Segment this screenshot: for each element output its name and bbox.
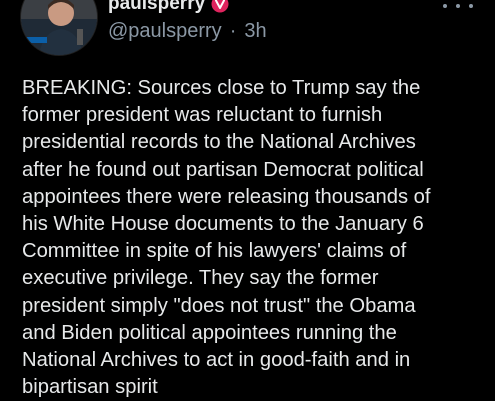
post: paulsperry @paulsperry · 3h BREAKING: Sour…: [0, 0, 495, 400]
more-horizontal-icon: [469, 4, 473, 8]
more-options-button[interactable]: [443, 0, 473, 16]
handle-row: @paulsperry · 3h: [108, 20, 267, 43]
handle[interactable]: @paulsperry: [108, 20, 222, 42]
verified-badge-icon: [211, 0, 229, 13]
more-horizontal-icon: [443, 4, 447, 8]
display-name[interactable]: paulsperry: [108, 0, 205, 15]
avatar[interactable]: [20, 0, 98, 56]
separator: ·: [229, 20, 237, 42]
post-text: BREAKING: Sources close to Trump say the…: [22, 77, 431, 399]
name-row: paulsperry: [108, 0, 229, 16]
avatar-photo: [21, 0, 97, 55]
timestamp[interactable]: 3h: [244, 20, 266, 42]
more-horizontal-icon: [456, 4, 460, 8]
